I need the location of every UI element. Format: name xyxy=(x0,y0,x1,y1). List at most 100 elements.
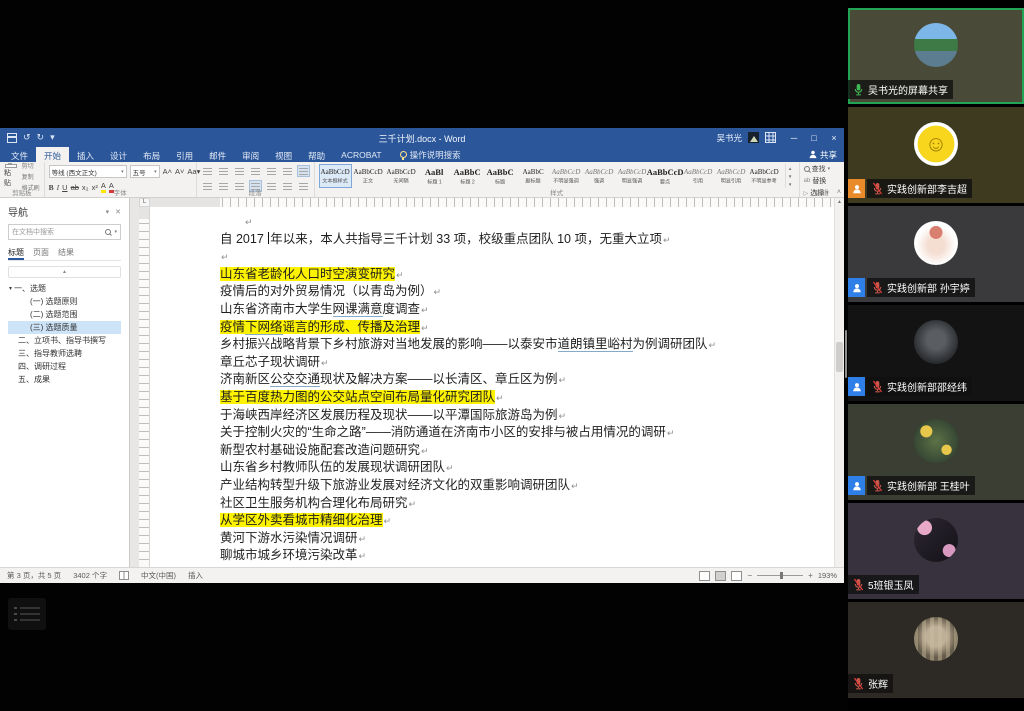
status-insert-mode[interactable]: 插入 xyxy=(188,570,203,581)
web-layout-icon[interactable] xyxy=(731,571,742,581)
copy-button[interactable]: 复制 xyxy=(22,172,40,181)
scroll-up-icon[interactable]: ▲ xyxy=(835,198,844,207)
document-line[interactable]: 黄河下游水污染情况调研↵ xyxy=(220,530,833,548)
style-chip[interactable]: AaBbC标题 2 xyxy=(451,164,484,188)
participant-tile[interactable]: 吴书光的屏幕共享 xyxy=(848,8,1024,104)
sidebar-scrollbar[interactable] xyxy=(845,330,847,378)
document-line[interactable]: 自 2017 年以来，本人共指导三千计划 33 项，校级重点团队 10 项，无重… xyxy=(220,231,833,249)
participant-tile[interactable]: 张辉 xyxy=(848,602,1024,698)
ribbon-display-options-icon[interactable] xyxy=(765,132,776,143)
account-avatar[interactable] xyxy=(748,132,759,143)
shrink-font-icon[interactable]: A˅ xyxy=(175,167,184,176)
collapse-triangle-icon[interactable]: ▾ xyxy=(9,285,12,292)
numbering-icon[interactable] xyxy=(217,165,230,177)
style-chip[interactable]: AaBbCcD不明显强调 xyxy=(550,164,583,188)
document-line[interactable]: 聊城市城乡环境污染改革↵ xyxy=(220,547,833,565)
replace-button[interactable]: ab替换 xyxy=(804,176,840,186)
document-line[interactable]: 新型农村基础设施配套改造问题研究↵ xyxy=(220,442,833,460)
document-line[interactable]: ↵ xyxy=(220,213,833,231)
zoom-slider[interactable] xyxy=(757,575,803,576)
ribbon-tab-设计[interactable]: 设计 xyxy=(102,147,135,162)
close-button[interactable]: × xyxy=(824,128,844,147)
participant-tile[interactable]: 实践创新部邵经纬 xyxy=(848,305,1024,401)
participant-tile[interactable]: 实践创新部 孙宇婷 xyxy=(848,206,1024,302)
ribbon-tab-ACROBAT[interactable]: ACROBAT xyxy=(333,147,389,162)
find-button[interactable]: 查找▾ xyxy=(804,164,840,174)
print-layout-icon[interactable] xyxy=(715,571,726,581)
nav-item[interactable]: (二) 选题范围 xyxy=(8,308,121,321)
vertical-ruler[interactable] xyxy=(139,207,150,567)
nav-item[interactable]: 五、成果 xyxy=(8,373,121,386)
save-icon[interactable] xyxy=(7,133,17,143)
increase-indent-icon[interactable] xyxy=(265,165,278,177)
status-page[interactable]: 第 3 页，共 5 页 xyxy=(7,570,61,581)
nav-item[interactable]: (一) 选题原则 xyxy=(8,295,121,308)
ribbon-tab-布局[interactable]: 布局 xyxy=(135,147,168,162)
ribbon-tab-帮助[interactable]: 帮助 xyxy=(300,147,333,162)
zoom-slider-thumb[interactable] xyxy=(780,572,783,579)
paste-button[interactable]: 粘贴 xyxy=(4,164,18,188)
nav-item[interactable]: 二、立项书、指导书撰写 xyxy=(8,334,121,347)
ribbon-tab-插入[interactable]: 插入 xyxy=(69,147,102,162)
document-line[interactable]: 关于控制火灾的“生命之路”——消防通道在济南市小区的安排与被占用情况的调研↵ xyxy=(220,424,833,442)
ribbon-tab-审阅[interactable]: 审阅 xyxy=(234,147,267,162)
nav-tab-标题[interactable]: 标题 xyxy=(8,247,24,258)
participant-tile[interactable]: 5班银玉凤 xyxy=(848,503,1024,599)
style-chip[interactable]: AaBbCcD文本框样式 xyxy=(319,164,352,188)
sort-icon[interactable] xyxy=(281,165,294,177)
style-chip[interactable]: AaBbCcD明显引用 xyxy=(715,164,748,188)
decrease-indent-icon[interactable] xyxy=(249,165,262,177)
nav-tab-页面[interactable]: 页面 xyxy=(33,247,49,258)
minimize-button[interactable]: ─ xyxy=(784,128,804,147)
document-search-input[interactable]: 在文档中搜索 ▾ xyxy=(8,224,121,240)
read-mode-icon[interactable] xyxy=(699,571,710,581)
participant-tile[interactable]: 实践创新部 王桂叶 xyxy=(848,404,1024,500)
ribbon-tab-邮件[interactable]: 邮件 xyxy=(201,147,234,162)
document-line[interactable]: 济南新区公交交通现状及解决方案——以长清区、章丘区为例↵ xyxy=(220,371,833,389)
style-chip[interactable]: AaBbCcD要点 xyxy=(649,164,682,188)
bullets-icon[interactable] xyxy=(201,165,214,177)
ribbon-tab-开始[interactable]: 开始 xyxy=(36,147,69,162)
document-scrollbar[interactable]: ▲ xyxy=(834,198,844,567)
restore-button[interactable]: □ xyxy=(804,128,824,147)
style-chip[interactable]: AaBbCcD明显强调 xyxy=(616,164,649,188)
zoom-in-icon[interactable]: + xyxy=(808,571,813,580)
zoom-out-icon[interactable]: − xyxy=(747,571,752,580)
document-line[interactable]: 乡村振兴战略背景下乡村旅游对当地发展的影响——以泰安市道朗镇里峪村为例调研团队↵ xyxy=(220,336,833,354)
nav-item[interactable]: (三) 选题质量 xyxy=(8,321,121,334)
style-chip[interactable]: AaBbCcD正文 xyxy=(352,164,385,188)
share-button[interactable]: 共享 xyxy=(809,147,837,162)
style-chip[interactable]: AaBbC副标题 xyxy=(517,164,550,188)
cut-button[interactable]: 剪切 xyxy=(22,161,40,170)
tab-stop-selector[interactable]: L xyxy=(139,198,150,207)
font-name-select[interactable]: 等线 (西文正文)▾ xyxy=(49,165,127,178)
show-marks-icon[interactable] xyxy=(297,165,310,177)
style-chip[interactable]: AaBbCcD不明显参考 xyxy=(748,164,781,188)
qat-customize-icon[interactable]: ▾ xyxy=(50,133,55,142)
status-word-count[interactable]: 3402 个字 xyxy=(73,570,107,581)
ribbon-tab-视图[interactable]: 视图 xyxy=(267,147,300,162)
nav-tab-结果[interactable]: 结果 xyxy=(58,247,74,258)
tell-me-search[interactable]: 操作说明搜索 xyxy=(400,147,461,162)
zoom-level[interactable]: 193% xyxy=(818,571,837,580)
document-line[interactable]: 于海峡西岸经济区发展历程及现状——以平潭国际旅游岛为例↵ xyxy=(220,407,833,425)
styles-gallery-scroll[interactable]: ▲▼▼ xyxy=(785,164,795,188)
proofing-icon[interactable] xyxy=(119,571,129,580)
grow-font-icon[interactable]: A˄ xyxy=(163,167,172,176)
redo-icon[interactable]: ↻ xyxy=(37,133,45,142)
nav-item[interactable]: 四、调研过程 xyxy=(8,360,121,373)
nav-results-arrows[interactable]: ▲ xyxy=(8,266,121,278)
nav-pane-close-icon[interactable]: ✕ xyxy=(115,208,121,216)
document-line[interactable]: 山东省济南市大学生网课满意度调查↵ xyxy=(220,301,833,319)
collapse-ribbon-icon[interactable]: ˄ xyxy=(837,189,841,196)
document-line[interactable]: 疫情后的对外贸易情况（以青岛为例）↵ xyxy=(220,283,833,301)
style-chip[interactable]: AaBbCcD引用 xyxy=(682,164,715,188)
style-chip[interactable]: AaBbCcD无间隔 xyxy=(385,164,418,188)
document-line[interactable]: 从学区外卖看城市精细化治理↵ xyxy=(220,512,833,530)
undo-icon[interactable]: ↺ xyxy=(23,133,31,142)
document-line[interactable]: 疫情下网络谣言的形成、传播及治理↵ xyxy=(220,319,833,337)
style-chip[interactable]: AaBbC标题 xyxy=(484,164,517,188)
document-line[interactable]: 章丘芯子现状调研↵ xyxy=(220,354,833,372)
document-line[interactable]: ↵ xyxy=(220,248,833,266)
style-chip[interactable]: AaBbCcD强调 xyxy=(583,164,616,188)
